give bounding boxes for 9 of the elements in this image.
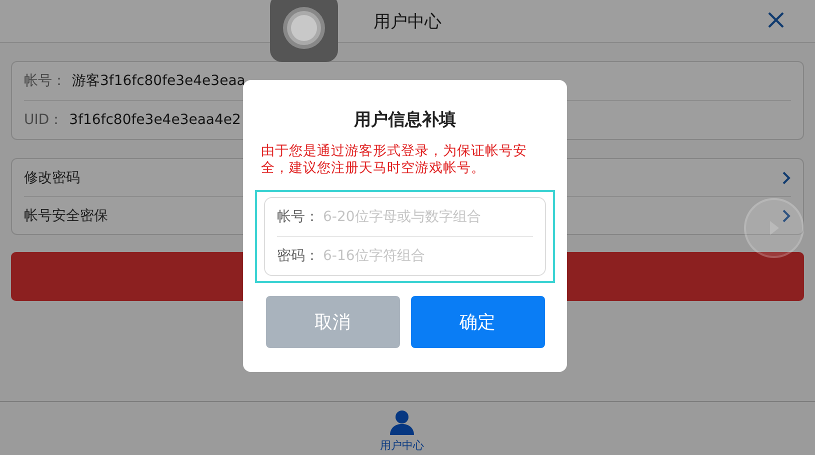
info-label: UID： xyxy=(24,111,64,129)
info-value: 游客3f16fc80fe3e4e3eaa xyxy=(72,72,246,90)
info-label: 帐号： xyxy=(24,72,66,90)
field-label: 密码： xyxy=(277,247,319,265)
info-value: 3f16fc80fe3e4e3eaa4e2 xyxy=(69,112,241,128)
page-title: 用户中心 xyxy=(374,10,442,32)
dialog-title: 用户信息补填 xyxy=(354,109,456,131)
field-label: 帐号： xyxy=(277,208,319,226)
notice-text: 由于您是通过游客形式登录，为保证帐号安全，建议您注册天马时空游戏帐号。 xyxy=(260,143,528,177)
